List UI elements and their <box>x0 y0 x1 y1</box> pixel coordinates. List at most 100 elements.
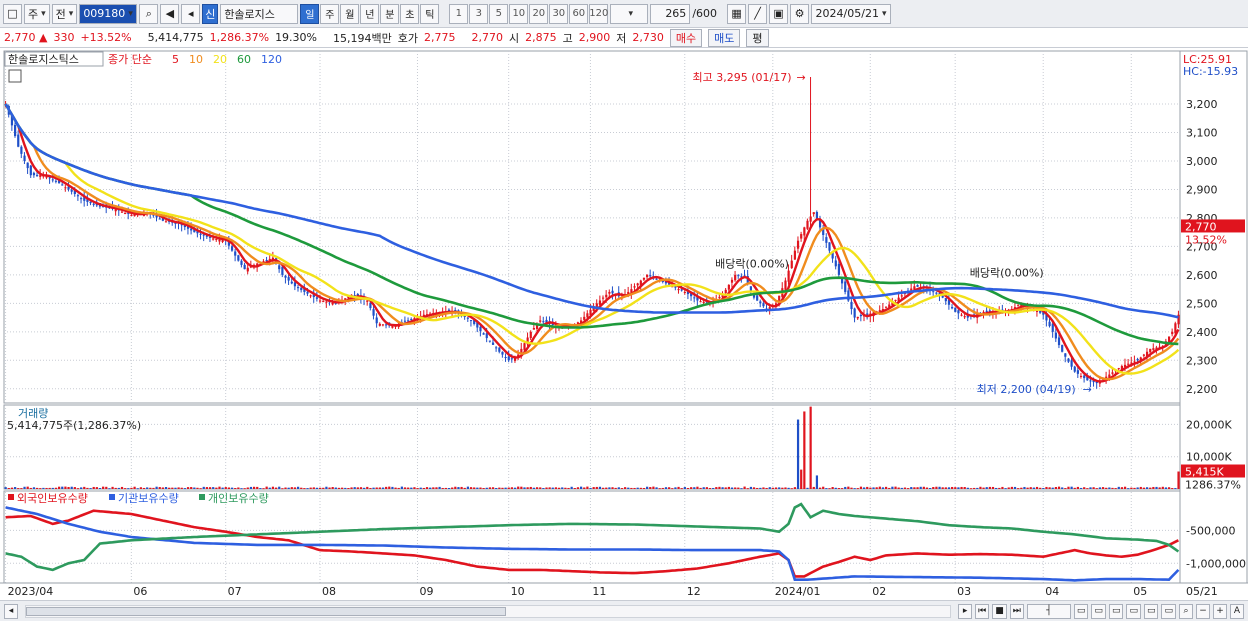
interval-select[interactable] <box>610 3 649 24</box>
search-icon[interactable]: ⌕ <box>139 3 159 24</box>
interval-button-60[interactable]: 60 <box>569 3 589 24</box>
price-tick-label: 2,600 <box>1186 269 1218 282</box>
magnifier-icon[interactable]: ⌕ <box>1179 603 1193 619</box>
save-icon[interactable]: ▣ <box>769 3 789 24</box>
sell-button[interactable]: 매도 <box>708 28 741 47</box>
gear-icon[interactable]: ⚙ <box>790 3 810 24</box>
period-tab-6[interactable]: 틱 <box>420 3 440 24</box>
volume-bar <box>274 487 278 489</box>
period-tab-4[interactable]: 분 <box>380 3 400 24</box>
scope-select[interactable]: 전 <box>51 3 78 24</box>
last-icon[interactable]: ⏭ <box>1009 603 1024 619</box>
layout-icon-2[interactable]: ▭ <box>1091 603 1106 619</box>
sound-icon[interactable]: ◀ <box>160 3 180 24</box>
volume-bar <box>885 486 888 489</box>
period-tab-1[interactable]: 주 <box>320 3 340 24</box>
period-tab-3[interactable]: 년 <box>360 3 380 24</box>
volume-bar <box>919 486 922 489</box>
layout-icon-6[interactable]: ▭ <box>1161 603 1176 619</box>
volume-bar <box>712 487 715 489</box>
interval-button-3[interactable]: 3 <box>469 3 489 24</box>
volume-bar <box>1177 471 1180 489</box>
layout-icon-5[interactable]: ▭ <box>1143 603 1159 619</box>
candle-body <box>850 301 853 310</box>
period-tab-5[interactable]: 초 <box>400 3 420 24</box>
volume-bar <box>778 487 781 489</box>
scroll-track[interactable] <box>25 604 952 618</box>
candle-body <box>114 209 117 212</box>
candle-body <box>1117 368 1120 370</box>
interval-button-120[interactable]: 120 <box>589 3 608 24</box>
volume-bar <box>359 487 363 489</box>
candle-body <box>469 320 473 322</box>
stop-icon[interactable]: ■ <box>992 603 1007 619</box>
first-icon[interactable]: ⏮ <box>975 603 990 619</box>
candle-body <box>633 286 636 288</box>
zoom-out-icon[interactable]: − <box>1196 603 1210 619</box>
layout-icon-1[interactable]: ▭ <box>1073 603 1089 619</box>
candle-body <box>916 284 919 287</box>
scroll-thumb[interactable] <box>26 606 506 616</box>
chart-canvas[interactable]: 2023/04 06 07 08 09 10 11 12 2024/01 02 03 04 05 05/2… <box>0 49 1248 600</box>
market-select[interactable]: 주 <box>24 3 50 24</box>
font-size-icon[interactable]: A <box>1230 603 1244 619</box>
volume-bar <box>224 487 227 489</box>
high-label: 고 <box>562 31 573 45</box>
candle-body <box>70 189 73 192</box>
volume-bar <box>105 486 108 489</box>
interval-button-20[interactable]: 20 <box>529 3 549 24</box>
window-icon[interactable]: □ <box>3 3 22 24</box>
volume-bar <box>108 488 111 490</box>
volume-bar <box>76 488 80 490</box>
candle-body <box>501 351 504 355</box>
volume-bar <box>146 487 149 489</box>
period-tab-2[interactable]: 월 <box>340 3 360 24</box>
candle-body <box>230 246 234 251</box>
volume-bar <box>237 487 240 489</box>
price-tick-label: 3,100 <box>1186 126 1218 139</box>
volume-bar <box>573 488 576 490</box>
eval-button[interactable]: 평 <box>746 28 769 47</box>
interval-button-5[interactable]: 5 <box>489 3 509 24</box>
candle-body <box>287 277 290 281</box>
high-annotation: 최고 3,295 (01/17) <box>693 71 792 84</box>
volume-bar <box>227 487 231 489</box>
interval-button-10[interactable]: 10 <box>509 3 529 24</box>
layout-icon-3[interactable]: ▭ <box>1108 603 1124 619</box>
layout-icon-4[interactable]: ▭ <box>1126 603 1141 619</box>
period-tab-0[interactable]: 일 <box>300 3 320 24</box>
candle-body <box>762 303 765 307</box>
date-input[interactable]: 2024/05/21 <box>811 3 892 24</box>
candle-body <box>900 295 903 297</box>
candle-body <box>749 286 752 291</box>
volume-bar <box>721 487 724 489</box>
candle-body <box>834 260 837 267</box>
tools-icon[interactable]: ▦ <box>727 3 747 24</box>
volume-bar <box>353 487 356 489</box>
volume-bar <box>969 488 973 490</box>
interval-button-30[interactable]: 30 <box>549 3 569 24</box>
volume-bar <box>1001 486 1004 489</box>
interval-button-1[interactable]: 1 <box>449 3 469 24</box>
zoom-slider[interactable]: ┤ <box>1026 603 1071 619</box>
scroll-left-icon[interactable]: ◂ <box>4 603 18 619</box>
prev-stock-icon[interactable]: ◂ <box>181 3 201 24</box>
scroll-right-icon[interactable]: ▸ <box>958 603 973 619</box>
volume-bar <box>413 487 416 489</box>
volume-bar <box>532 487 536 489</box>
volume-bar <box>98 488 102 490</box>
volume-bar <box>655 487 658 489</box>
zoom-in-icon[interactable]: + <box>1213 603 1227 619</box>
buy-button[interactable]: 매수 <box>669 28 703 47</box>
candle-body <box>680 289 683 291</box>
count-input[interactable]: 265 <box>650 3 691 24</box>
volume-bar <box>42 487 45 489</box>
volume-bar <box>488 487 492 489</box>
volume-bar <box>822 486 825 489</box>
candle-body <box>932 291 935 293</box>
volume-bar <box>344 487 347 489</box>
stock-code-input[interactable]: 009180 <box>79 3 138 24</box>
candle-body <box>636 283 639 286</box>
volume-bar <box>523 487 526 489</box>
draw-icon[interactable]: ╱ <box>748 3 768 24</box>
